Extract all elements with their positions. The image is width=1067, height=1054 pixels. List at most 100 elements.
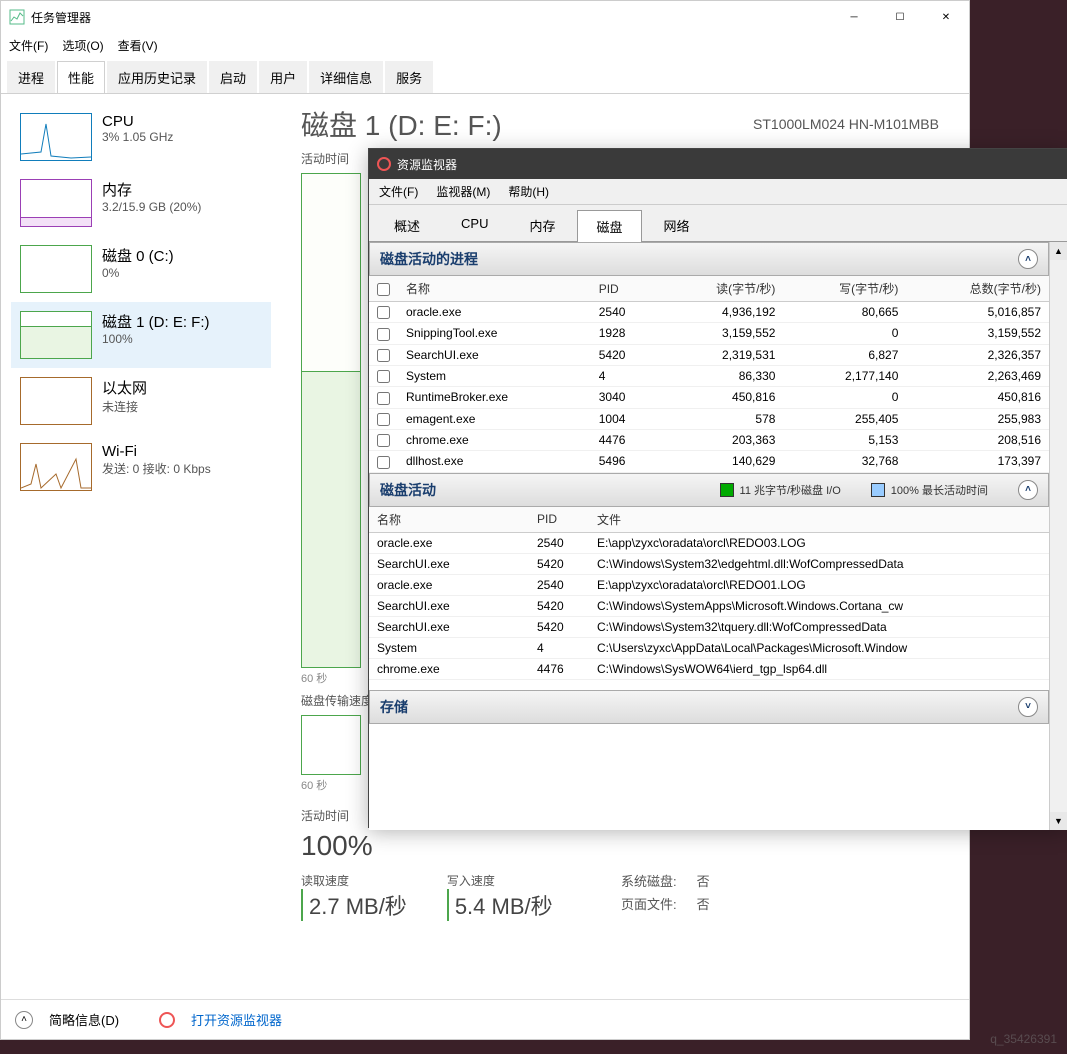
io-meter-icon <box>720 483 734 497</box>
row-checkbox[interactable] <box>377 349 390 362</box>
resource-monitor-icon <box>377 157 391 171</box>
table-row[interactable]: oracle.exe2540E:\app\zyxc\oradata\orcl\R… <box>369 574 1049 595</box>
section-title: 磁盘活动 <box>380 480 436 500</box>
sidebar-item-memory[interactable]: 内存3.2/15.9 GB (20%) <box>11 170 271 236</box>
resource-monitor-window: 资源监视器 文件(F) 监视器(M) 帮助(H) 概述 CPU 内存 磁盘 网络… <box>368 148 1067 828</box>
rm-tab-network[interactable]: 网络 <box>645 209 709 241</box>
tab-details[interactable]: 详细信息 <box>309 61 383 93</box>
section-storage-header[interactable]: 存储 ˅ <box>369 690 1049 724</box>
row-checkbox[interactable] <box>377 456 390 469</box>
sidebar-item-disk0[interactable]: 磁盘 0 (C:)0% <box>11 236 271 302</box>
col-total[interactable]: 总数(字节/秒) <box>906 276 1049 302</box>
table-row[interactable]: SearchUI.exe5420C:\Windows\System32\tque… <box>369 616 1049 637</box>
chevron-up-icon[interactable]: ˄ <box>1018 249 1038 269</box>
section-processes-header[interactable]: 磁盘活动的进程 ˄ <box>369 242 1049 276</box>
table-row[interactable]: System4C:\Users\zyxc\AppData\Local\Packa… <box>369 637 1049 658</box>
rm-tab-cpu[interactable]: CPU <box>442 209 507 241</box>
sidebar-label: 磁盘 0 (C:) <box>102 245 174 266</box>
col-pid[interactable]: PID <box>591 276 661 302</box>
select-all-checkbox[interactable] <box>377 283 390 296</box>
table-row[interactable]: oracle.exe2540E:\app\zyxc\oradata\orcl\R… <box>369 532 1049 553</box>
tab-services[interactable]: 服务 <box>385 61 433 93</box>
write-speed-label: 写入速度 <box>447 872 553 889</box>
table-row[interactable]: emagent.exe1004578255,405255,983 <box>369 408 1049 429</box>
col-pid[interactable]: PID <box>529 507 589 533</box>
table-row[interactable]: SearchUI.exe5420C:\Windows\System32\edge… <box>369 553 1049 574</box>
system-disk-value: 否 <box>697 871 710 890</box>
simple-view-link[interactable]: 简略信息(D) <box>49 1010 119 1029</box>
table-row[interactable]: dllhost.exe5496140,62932,768173,397 <box>369 451 1049 472</box>
processes-table: 名称 PID 读(字节/秒) 写(字节/秒) 总数(字节/秒) oracle.e… <box>369 276 1049 473</box>
tab-users[interactable]: 用户 <box>259 61 307 93</box>
table-row[interactable]: chrome.exe4476203,3635,153208,516 <box>369 429 1049 450</box>
read-speed-label: 读取速度 <box>301 872 407 889</box>
maximize-button[interactable]: ☐ <box>877 1 923 33</box>
minimize-button[interactable]: ─ <box>831 1 877 33</box>
sidebar-item-ethernet[interactable]: 以太网未连接 <box>11 368 271 434</box>
menu-options[interactable]: 选项(O) <box>62 37 103 54</box>
col-read[interactable]: 读(字节/秒) <box>660 276 783 302</box>
table-row[interactable]: RuntimeBroker.exe3040450,8160450,816 <box>369 387 1049 408</box>
table-row[interactable]: chrome.exe4476C:\Windows\SysWOW64\ierd_t… <box>369 658 1049 679</box>
titlebar[interactable]: 任务管理器 ─ ☐ ✕ <box>1 1 969 33</box>
section-activity-header[interactable]: 磁盘活动 11 兆字节/秒磁盘 I/O 100% 最长活动时间 ˄ <box>369 473 1049 507</box>
rm-menu-monitor[interactable]: 监视器(M) <box>436 183 490 200</box>
sidebar-sub: 3.2/15.9 GB (20%) <box>102 200 201 214</box>
cpu-thumb-graph <box>20 113 92 161</box>
col-name[interactable]: 名称 <box>369 507 529 533</box>
table-row[interactable]: oracle.exe25404,936,19280,6655,016,857 <box>369 302 1049 323</box>
sidebar-item-wifi[interactable]: Wi-Fi发送: 0 接收: 0 Kbps <box>11 434 271 500</box>
menu-view[interactable]: 查看(V) <box>118 37 158 54</box>
scrollbar[interactable]: ▲ ▼ <box>1049 242 1067 830</box>
rm-tab-memory[interactable]: 内存 <box>510 209 574 241</box>
io-meter-label: 11 兆字节/秒磁盘 I/O <box>740 482 841 498</box>
footer: ˄ 简略信息(D) 打开资源监视器 <box>1 999 969 1039</box>
menu-file[interactable]: 文件(F) <box>9 37 48 54</box>
chevron-down-icon[interactable]: ˅ <box>1018 697 1038 717</box>
row-checkbox[interactable] <box>377 306 390 319</box>
time-meter-label: 100% 最长活动时间 <box>891 482 988 498</box>
scroll-up-icon[interactable]: ▲ <box>1050 242 1067 260</box>
rm-tab-overview[interactable]: 概述 <box>375 209 439 241</box>
tabs: 进程 性能 应用历史记录 启动 用户 详细信息 服务 <box>1 57 969 94</box>
sidebar-sub: 100% <box>102 332 210 346</box>
sidebar-label: 以太网 <box>102 377 147 398</box>
col-write[interactable]: 写(字节/秒) <box>783 276 906 302</box>
tab-startup[interactable]: 启动 <box>209 61 257 93</box>
rm-menu-file[interactable]: 文件(F) <box>379 183 418 200</box>
tab-app-history[interactable]: 应用历史记录 <box>107 61 207 93</box>
ethernet-thumb-graph <box>20 377 92 425</box>
table-row[interactable]: SearchUI.exe5420C:\Windows\SystemApps\Mi… <box>369 595 1049 616</box>
row-checkbox[interactable] <box>377 370 390 383</box>
chevron-up-icon[interactable]: ˄ <box>1018 480 1038 500</box>
col-file[interactable]: 文件 <box>589 507 1049 533</box>
chevron-up-icon[interactable]: ˄ <box>15 1011 33 1029</box>
wifi-thumb-graph <box>20 443 92 491</box>
table-row[interactable]: SearchUI.exe54202,319,5316,8272,326,357 <box>369 344 1049 365</box>
sidebar-sub: 发送: 0 接收: 0 Kbps <box>102 460 211 477</box>
col-name[interactable]: 名称 <box>398 276 591 302</box>
row-checkbox[interactable] <box>377 392 390 405</box>
open-resource-monitor-link[interactable]: 打开资源监视器 <box>191 1010 282 1029</box>
row-checkbox[interactable] <box>377 413 390 426</box>
sidebar-label: 内存 <box>102 179 201 200</box>
tab-performance[interactable]: 性能 <box>57 61 105 93</box>
sidebar-item-disk1[interactable]: 磁盘 1 (D: E: F:)100% <box>11 302 271 368</box>
rm-content: 磁盘活动的进程 ˄ 名称 PID 读(字节/秒) 写(字节/秒) 总数(字节/秒… <box>369 242 1067 830</box>
section-title: 磁盘活动的进程 <box>380 249 478 269</box>
rm-titlebar[interactable]: 资源监视器 <box>369 149 1067 179</box>
row-checkbox[interactable] <box>377 434 390 447</box>
table-row[interactable]: SnippingTool.exe19283,159,55203,159,552 <box>369 323 1049 344</box>
sidebar-item-cpu[interactable]: CPU3% 1.05 GHz <box>11 104 271 170</box>
row-checkbox[interactable] <box>377 328 390 341</box>
sidebar: CPU3% 1.05 GHz 内存3.2/15.9 GB (20%) 磁盘 0 … <box>1 94 281 1002</box>
activity-table: 名称 PID 文件 oracle.exe2540E:\app\zyxc\orad… <box>369 507 1049 680</box>
rm-tab-disk[interactable]: 磁盘 <box>577 210 641 242</box>
memory-thumb-graph <box>20 179 92 227</box>
scroll-down-icon[interactable]: ▼ <box>1050 812 1067 830</box>
rm-menu-help[interactable]: 帮助(H) <box>508 183 549 200</box>
tab-processes[interactable]: 进程 <box>7 61 55 93</box>
sidebar-sub: 3% 1.05 GHz <box>102 130 173 144</box>
table-row[interactable]: System486,3302,177,1402,263,469 <box>369 365 1049 386</box>
close-button[interactable]: ✕ <box>923 1 969 33</box>
